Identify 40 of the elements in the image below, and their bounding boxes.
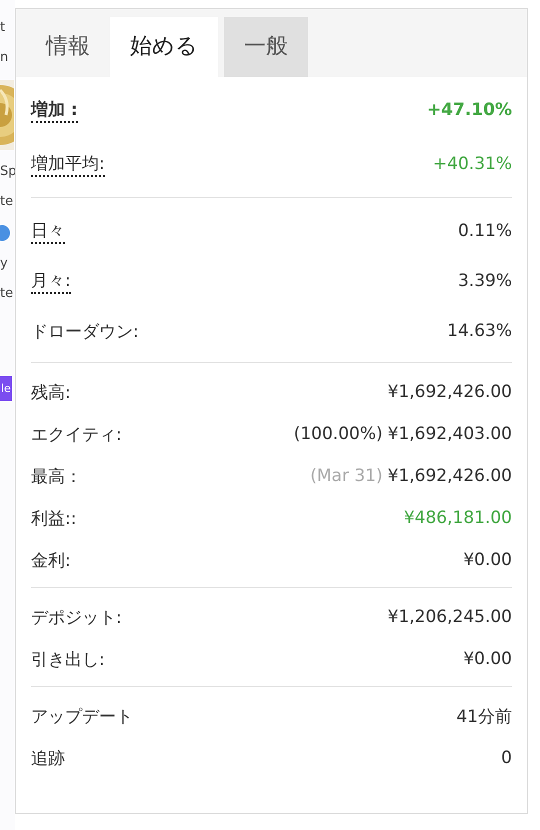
- stat-value: 0: [501, 748, 512, 768]
- stat-value: ¥1,692,426.00: [388, 382, 512, 402]
- stat-value: +40.31%: [432, 154, 512, 174]
- stat-note: (100.00%): [294, 424, 383, 444]
- tab[interactable]: 始める: [110, 17, 218, 77]
- stat-label: 金利:: [31, 550, 71, 572]
- stat-label: デポジット:: [31, 606, 122, 628]
- stat-value: ¥0.00: [463, 550, 512, 570]
- background-text: t: [0, 20, 6, 36]
- stat-label: 月々:: [31, 268, 71, 294]
- stat-label: 引き出し:: [31, 648, 105, 670]
- stat-value: 0.11%: [458, 221, 512, 241]
- stat-value: ¥1,692,403.00: [388, 424, 512, 444]
- stat-label: 利益::: [31, 508, 76, 530]
- background-text: y: [0, 256, 8, 272]
- stat-note: (Mar 31): [310, 466, 383, 486]
- stat-value: ¥1,206,245.00: [388, 607, 512, 627]
- background-text: te: [0, 194, 14, 210]
- stat-label: 残高:: [31, 382, 71, 404]
- stat-value: 14.63%: [447, 321, 512, 341]
- stat-label: 増加 :: [31, 98, 78, 122]
- stat-label: エクイティ:: [31, 424, 122, 446]
- stat-label: 増加平均:: [31, 152, 105, 176]
- stat-value: ¥1,692,426.00: [388, 466, 512, 486]
- stat-value: ¥486,181.00: [404, 508, 512, 528]
- stat-label: 日々: [31, 218, 65, 244]
- background-button[interactable]: le: [0, 376, 12, 401]
- stat-value: 3.39%: [458, 271, 512, 291]
- stat-label: アップデート: [31, 706, 133, 728]
- tab[interactable]: 一般: [224, 17, 308, 77]
- background-text: te: [0, 286, 14, 302]
- stat-label: 追跡: [31, 748, 65, 770]
- stat-label: ドローダウン:: [31, 320, 139, 342]
- background-text: Sp: [0, 164, 17, 180]
- stat-value: ¥0.00: [463, 649, 512, 669]
- tab[interactable]: 情報: [26, 17, 110, 77]
- stat-value: +47.10%: [426, 100, 512, 120]
- stat-label: 最高：: [31, 466, 82, 488]
- background-text: n: [0, 50, 8, 66]
- stat-value: 41分前: [456, 706, 512, 728]
